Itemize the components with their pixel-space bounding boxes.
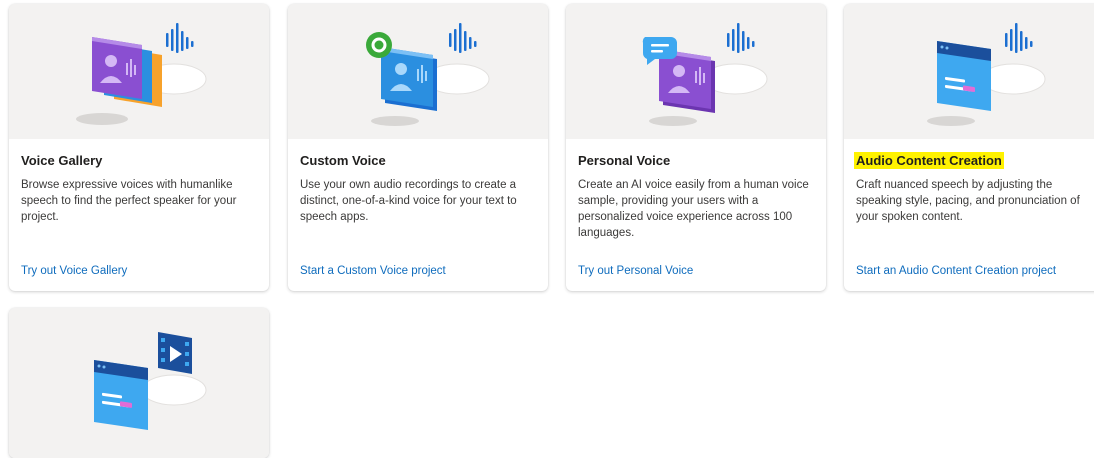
card-art [9,4,269,139]
voice-gallery-illustration [76,22,207,125]
card-description: Craft nuanced speech by adjusting the sp… [856,179,1080,223]
start-custom-voice-link[interactable]: Start a Custom Voice project [300,265,446,277]
audio-content-creation-illustration [927,22,1046,126]
card-art [844,4,1094,139]
card-description: Create an AI voice easily from a human v… [578,179,809,239]
card-art [9,308,269,458]
try-personal-voice-link[interactable]: Try out Personal Voice [578,265,693,277]
card-art [566,4,826,139]
video-translation-illustration [94,332,207,430]
card-title: Custom Voice [300,153,386,168]
card-description: Use your own audio recordings to create … [300,179,517,223]
start-audio-content-creation-link[interactable]: Start an Audio Content Creation project [856,265,1056,277]
personal-voice-illustration [642,22,768,126]
card-video-translation[interactable] [9,308,269,458]
card-title: Personal Voice [578,153,671,168]
card-title: Audio Content Creation [854,152,1004,169]
custom-voice-illustration [366,22,490,126]
card-art [288,4,548,139]
card-custom-voice[interactable]: Custom Voice Use your own audio recordin… [288,4,548,291]
card-personal-voice[interactable]: Personal Voice Create an AI voice easily… [566,4,826,291]
card-title: Voice Gallery [21,153,103,168]
card-voice-gallery[interactable]: Voice Gallery Browse expressive voices w… [9,4,269,291]
card-description: Browse expressive voices with humanlike … [21,179,237,223]
card-audio-content-creation[interactable]: Audio Content Creation Craft nuanced spe… [844,4,1094,291]
try-voice-gallery-link[interactable]: Try out Voice Gallery [21,265,127,277]
